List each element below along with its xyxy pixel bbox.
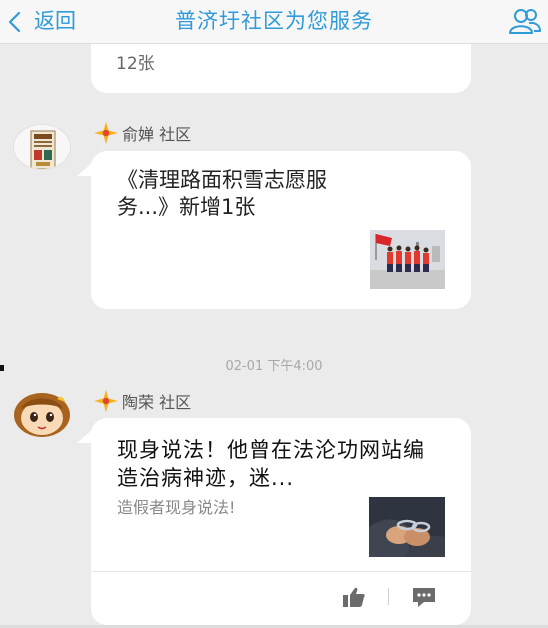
card-headline[interactable]: 现身说法！他曾在法沦功网站编造治病神迹，迷... bbox=[117, 436, 437, 492]
timestamp: 02-01 下午4:00 bbox=[225, 359, 323, 374]
people-icon[interactable] bbox=[508, 6, 542, 36]
sender-row: 陶荣 社区 bbox=[94, 389, 191, 413]
feed-card-partial[interactable]: 12张 bbox=[91, 44, 471, 93]
card-thumbnail[interactable] bbox=[370, 230, 445, 289]
thumbs-up-icon[interactable] bbox=[342, 586, 366, 608]
nav-bar: 返回 普济圩社区为您服务 bbox=[0, 0, 548, 44]
volunteers-photo-icon bbox=[370, 230, 445, 289]
feed-card[interactable]: 现身说法！他曾在法沦功网站编造治病神迹，迷... 造假者现身说法! bbox=[91, 418, 471, 625]
card-divider bbox=[91, 571, 471, 572]
image-count: 12张 bbox=[116, 54, 155, 74]
action-separator bbox=[388, 588, 389, 605]
handcuffs-photo-icon bbox=[369, 497, 445, 557]
sender-row: 俞婵 社区 bbox=[94, 121, 191, 145]
feed-card[interactable]: 《清理路面积雪志愿服务...》新增1张 bbox=[91, 151, 471, 309]
avatar[interactable] bbox=[13, 124, 71, 170]
card-subtitle: 造假者现身说法! bbox=[117, 498, 236, 517]
comment-icon[interactable] bbox=[412, 586, 436, 608]
page-title: 普济圩社区为您服务 bbox=[175, 9, 373, 33]
sender-name: 俞婵 社区 bbox=[122, 125, 192, 144]
avatar[interactable] bbox=[13, 391, 71, 437]
card-headline[interactable]: 《清理路面积雪志愿服务...》新增1张 bbox=[117, 167, 377, 221]
sender-name: 陶荣 社区 bbox=[122, 393, 192, 412]
community-avatar-icon bbox=[14, 125, 70, 169]
star-badge-icon bbox=[94, 122, 118, 144]
card-thumbnail[interactable] bbox=[369, 497, 445, 557]
star-badge-icon bbox=[94, 390, 118, 412]
cartoon-girl-avatar-icon bbox=[14, 393, 70, 437]
